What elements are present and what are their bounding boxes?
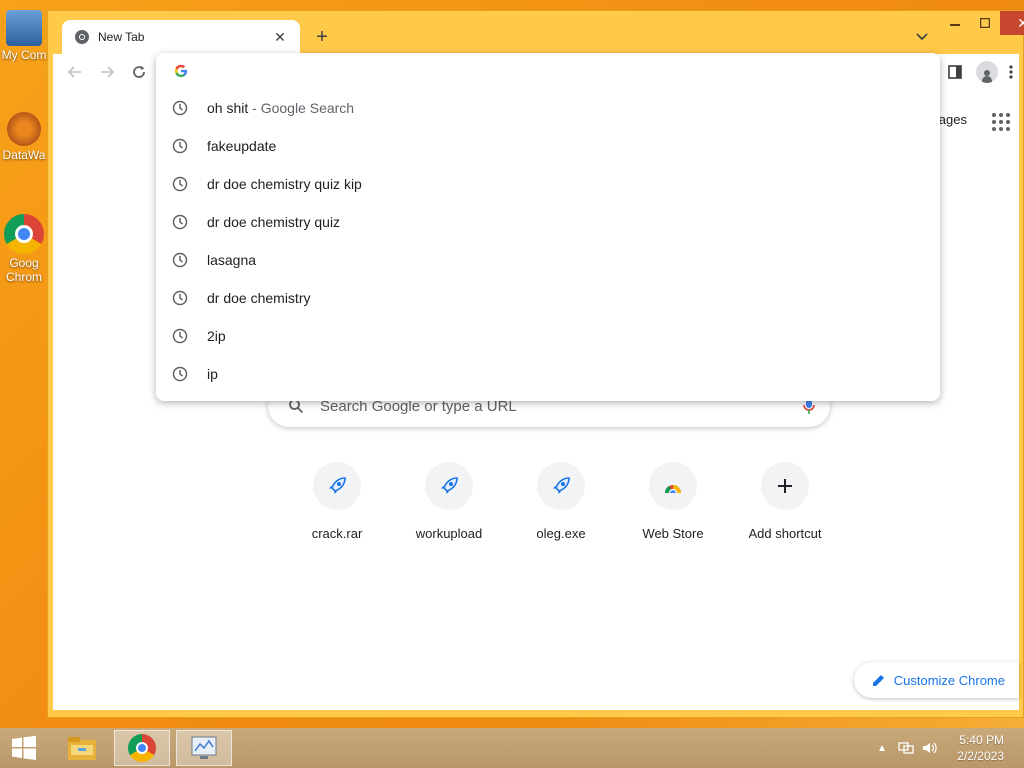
profile-button[interactable] — [975, 60, 999, 84]
forward-button[interactable] — [95, 60, 119, 84]
desktop-icon-label: DataWa — [2, 148, 46, 162]
pencil-icon — [872, 675, 884, 686]
desktop-icon-my-computer[interactable]: My Com — [0, 10, 48, 62]
suggestion-description: - Google Search — [248, 100, 355, 116]
shortcuts-grid: crack.rar workupload oleg.exe Web Store — [281, 462, 841, 541]
taskbar-chrome[interactable] — [114, 730, 170, 766]
start-button[interactable] — [0, 730, 48, 766]
suggestion-text: ip — [207, 366, 218, 382]
arrow-left-icon — [67, 66, 81, 78]
rocket-icon — [537, 462, 585, 510]
history-clock-icon — [172, 214, 188, 230]
plus-icon — [761, 462, 809, 510]
tab-new-tab[interactable]: New Tab ✕ — [62, 20, 300, 54]
omnibox-input[interactable] — [156, 53, 940, 89]
suggestion-text: dr doe chemistry quiz kip — [207, 176, 362, 192]
google-g-icon — [175, 64, 187, 77]
minimize-icon — [950, 24, 960, 26]
history-clock-icon — [172, 290, 188, 306]
reload-icon — [133, 66, 145, 78]
volume-icon[interactable] — [922, 740, 938, 756]
desktop-icon-label: My Com — [1, 48, 47, 62]
shortcut-label: oleg.exe — [536, 526, 586, 541]
rocket-icon — [425, 462, 473, 510]
suggestion-text: dr doe chemistry quiz — [207, 214, 341, 230]
chrome-favicon-icon — [75, 30, 89, 44]
datawatch-icon — [7, 112, 41, 146]
shortcut-tile[interactable]: oleg.exe — [505, 462, 617, 541]
chrome-icon — [128, 734, 156, 762]
rocket-icon — [313, 462, 361, 510]
shortcut-tile[interactable]: Web Store — [617, 462, 729, 541]
google-apps-icon[interactable] — [991, 112, 1011, 132]
side-panel-button[interactable] — [943, 60, 967, 84]
system-clock[interactable]: 5:40 PM 2/2/2023 — [957, 732, 1004, 764]
suggestion-item[interactable]: ip — [156, 355, 940, 393]
desktop-icon-google-chrome[interactable]: Goog Chrom — [0, 214, 48, 284]
taskbar: ▲ 5:40 PM 2/2/2023 — [0, 728, 1024, 768]
shortcut-tile[interactable]: crack.rar — [281, 462, 393, 541]
chrome-window: New Tab ✕ + ✕ nages Search Google or typ… — [47, 10, 1024, 718]
reload-button[interactable] — [127, 60, 151, 84]
new-tab-button[interactable]: + — [310, 25, 334, 49]
shortcut-tile[interactable]: workupload — [393, 462, 505, 541]
minimize-button[interactable] — [940, 11, 970, 35]
history-clock-icon — [172, 252, 188, 268]
clock-date: 2/2/2023 — [957, 749, 1004, 763]
more-vert-icon — [1009, 65, 1013, 79]
suggestion-text: fakeupdate — [207, 138, 277, 154]
windows-logo-icon — [12, 735, 36, 760]
arrow-right-icon — [101, 66, 115, 78]
desktop-icon-datawatch[interactable]: DataWa — [0, 112, 48, 162]
taskbar-file-explorer[interactable] — [54, 730, 110, 766]
folder-icon — [68, 737, 96, 760]
suggestion-text: 2ip — [207, 328, 226, 344]
customize-label: Customize Chrome — [893, 672, 1005, 688]
history-clock-icon — [172, 328, 188, 344]
show-hidden-icons-button[interactable]: ▲ — [874, 740, 890, 756]
web-store-icon — [649, 462, 697, 510]
tab-close-icon[interactable]: ✕ — [272, 29, 288, 45]
network-icon[interactable] — [898, 740, 914, 756]
omnibox-dropdown: oh shit - Google Search fakeupdate dr do… — [156, 53, 940, 401]
suggestion-item[interactable]: lasagna — [156, 241, 940, 279]
suggestion-item[interactable]: dr doe chemistry — [156, 279, 940, 317]
suggestion-item[interactable]: fakeupdate — [156, 127, 940, 165]
suggestion-item[interactable]: dr doe chemistry quiz kip — [156, 165, 940, 203]
history-clock-icon — [172, 138, 188, 154]
tab-title: New Tab — [98, 30, 145, 44]
shortcut-label: Add shortcut — [748, 526, 822, 541]
taskbar-app[interactable] — [176, 730, 232, 766]
suggestion-item[interactable]: dr doe chemistry quiz — [156, 203, 940, 241]
add-shortcut-tile[interactable]: Add shortcut — [729, 462, 841, 541]
chevron-down-icon — [916, 33, 928, 41]
suggestion-item[interactable]: 2ip — [156, 317, 940, 355]
menu-button[interactable] — [1003, 60, 1019, 84]
shortcut-label: Web Store — [642, 526, 704, 541]
window-close-button[interactable]: ✕ — [1000, 11, 1024, 35]
suggestion-text: dr doe chemistry — [207, 290, 311, 306]
chrome-icon — [4, 214, 44, 254]
suggestion-item[interactable]: oh shit - Google Search — [156, 89, 940, 127]
customize-chrome-button[interactable]: Customize Chrome — [853, 662, 1019, 698]
avatar-icon — [976, 61, 998, 83]
history-clock-icon — [172, 176, 188, 192]
shortcut-label: crack.rar — [311, 526, 363, 541]
shortcut-label: workupload — [415, 526, 483, 541]
back-button[interactable] — [63, 60, 87, 84]
suggestion-text: oh shit — [207, 100, 249, 116]
monitor-app-icon — [191, 736, 217, 759]
desktop-icon-label: Goog Chrom — [5, 256, 42, 284]
history-clock-icon — [172, 100, 188, 116]
maximize-button[interactable] — [970, 11, 1000, 35]
history-clock-icon — [172, 366, 188, 382]
tab-strip: New Tab ✕ + ✕ — [48, 11, 1024, 54]
side-panel-icon — [948, 65, 962, 79]
close-icon: ✕ — [1017, 14, 1024, 31]
maximize-icon — [980, 18, 990, 28]
tab-search-button[interactable] — [910, 25, 934, 49]
clock-time: 5:40 PM — [959, 733, 1004, 747]
computer-icon — [6, 10, 42, 46]
suggestion-text: lasagna — [207, 252, 257, 268]
